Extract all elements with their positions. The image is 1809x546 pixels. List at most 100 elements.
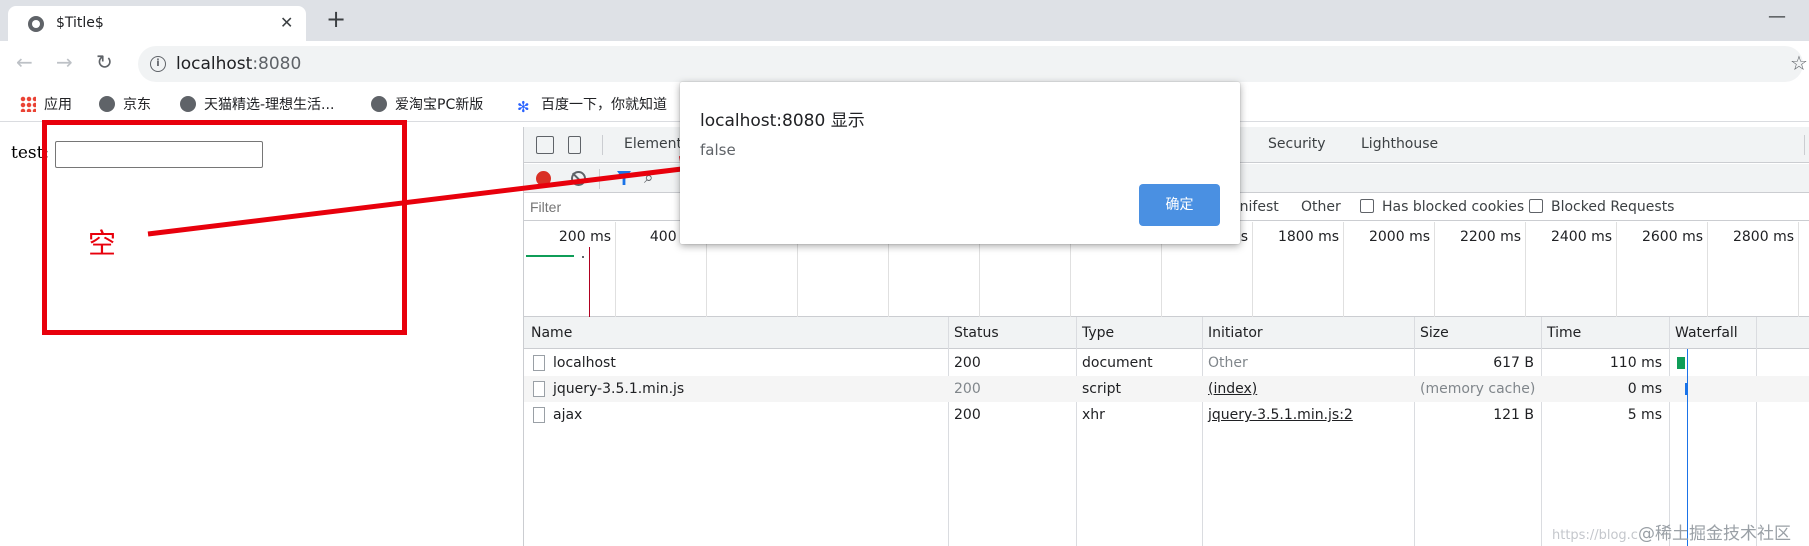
alert-message: false bbox=[700, 141, 736, 159]
network-request-table: Name Status Type Initiator Size Time Wat… bbox=[524, 317, 1809, 546]
filter-icon[interactable] bbox=[617, 171, 631, 185]
bookmark-aitaobao[interactable]: 爱淘宝PC新版 bbox=[371, 94, 483, 114]
globe-icon bbox=[180, 96, 196, 112]
tab-lighthouse[interactable]: Lighthouse bbox=[1361, 136, 1438, 152]
type-filter-other[interactable]: Other bbox=[1301, 199, 1341, 215]
paw-icon: ✻ bbox=[517, 98, 530, 116]
table-header: Name Status Type Initiator Size Time Wat… bbox=[524, 317, 1809, 349]
address-bar[interactable]: i localhost:8080 bbox=[138, 46, 1803, 82]
request-type: script bbox=[1082, 381, 1122, 397]
xhr-file-icon bbox=[533, 407, 545, 423]
request-size: 121 B bbox=[1493, 407, 1534, 423]
tab-security[interactable]: Security bbox=[1268, 136, 1326, 152]
bookmark-star-icon[interactable]: ☆ bbox=[1790, 51, 1808, 75]
overview-gridline bbox=[1707, 222, 1708, 317]
alert-dialog: localhost:8080 显示 false 确定 bbox=[680, 82, 1240, 244]
browser-tab[interactable]: $Title$ ✕ bbox=[8, 6, 306, 41]
request-type: xhr bbox=[1082, 407, 1105, 423]
request-initiator-link[interactable]: (index) bbox=[1208, 381, 1257, 397]
blocked-cookies-checkbox[interactable]: Has blocked cookies bbox=[1360, 199, 1524, 215]
tab-strip: $Title$ ✕ + — bbox=[0, 0, 1809, 41]
overview-gridline bbox=[1525, 222, 1526, 317]
alert-title: localhost:8080 显示 bbox=[700, 111, 865, 131]
divider bbox=[602, 135, 603, 155]
overview-time-label: 1800 ms bbox=[1277, 229, 1339, 245]
document-icon bbox=[533, 355, 545, 371]
browser-window: $Title$ ✕ + — ← → ↻ i localhost:8080 ☆ 应… bbox=[0, 0, 1809, 546]
browser-toolbar: ← → ↻ i localhost:8080 ☆ bbox=[0, 41, 1809, 86]
overview-gridline bbox=[615, 222, 616, 317]
column-header-time[interactable]: Time bbox=[1547, 325, 1581, 341]
request-initiator: Other bbox=[1208, 355, 1248, 371]
bookmark-apps[interactable]: 应用 bbox=[20, 94, 72, 114]
ok-button[interactable]: 确定 bbox=[1139, 184, 1220, 226]
checkbox-box[interactable] bbox=[1529, 199, 1543, 213]
record-button[interactable] bbox=[536, 171, 551, 186]
request-time: 5 ms bbox=[1627, 407, 1662, 423]
info-icon[interactable]: i bbox=[150, 56, 166, 72]
globe-icon bbox=[28, 16, 44, 32]
timeline-marker bbox=[582, 256, 584, 258]
close-icon[interactable]: ✕ bbox=[280, 13, 293, 32]
bookmark-jd[interactable]: 京东 bbox=[99, 94, 151, 114]
overview-gridline bbox=[1798, 222, 1799, 317]
request-type: document bbox=[1082, 355, 1153, 371]
checkbox-box[interactable] bbox=[1360, 199, 1374, 213]
column-header-status[interactable]: Status bbox=[954, 325, 999, 341]
clear-icon[interactable] bbox=[571, 171, 586, 186]
apps-icon bbox=[20, 96, 36, 112]
request-size: 617 B bbox=[1493, 355, 1534, 371]
table-row[interactable]: localhost 200 document Other 617 B 110 m… bbox=[524, 350, 1809, 376]
column-header-size[interactable]: Size bbox=[1420, 325, 1449, 341]
overview-gridline bbox=[1252, 222, 1253, 317]
filter-input[interactable] bbox=[530, 197, 670, 217]
load-event-line bbox=[589, 247, 590, 317]
inspect-element-icon[interactable] bbox=[536, 136, 554, 154]
overview-time-label: 200 ms bbox=[558, 229, 611, 245]
blocked-requests-checkbox[interactable]: Blocked Requests bbox=[1529, 199, 1674, 215]
globe-icon bbox=[371, 96, 387, 112]
device-toolbar-icon[interactable] bbox=[568, 136, 581, 154]
divider bbox=[599, 169, 600, 189]
overview-time-label: 2800 ms bbox=[1732, 229, 1794, 245]
minimize-button[interactable]: — bbox=[1768, 6, 1786, 27]
column-header-type[interactable]: Type bbox=[1082, 325, 1114, 341]
waterfall-bar bbox=[1677, 357, 1685, 369]
request-status: 200 bbox=[954, 355, 981, 371]
watermark: https://blog.c@稀土掘金技术社区 bbox=[1552, 524, 1791, 544]
overview-time-label: 2200 ms bbox=[1459, 229, 1521, 245]
column-header-initiator[interactable]: Initiator bbox=[1208, 325, 1263, 341]
request-time: 0 ms bbox=[1627, 381, 1662, 397]
tab-title: $Title$ bbox=[56, 15, 104, 31]
overview-time-label: 2000 ms bbox=[1368, 229, 1430, 245]
request-status: 200 bbox=[954, 407, 981, 423]
bookmark-tmall[interactable]: 天猫精选-理想生活... bbox=[180, 94, 334, 114]
overview-time-label: 2400 ms bbox=[1550, 229, 1612, 245]
timeline-bar bbox=[526, 255, 574, 257]
table-row[interactable]: ajax 200 xhr jquery-3.5.1.min.js:2 121 B… bbox=[524, 402, 1809, 428]
overview-gridline bbox=[1343, 222, 1344, 317]
bookmark-baidu[interactable]: ✻ 百度一下，你就知道 bbox=[517, 94, 667, 115]
request-time: 110 ms bbox=[1609, 355, 1662, 371]
new-tab-button[interactable]: + bbox=[326, 7, 346, 31]
request-name: jquery-3.5.1.min.js bbox=[553, 381, 685, 397]
script-file-icon bbox=[533, 381, 545, 397]
table-row[interactable]: jquery-3.5.1.min.js 200 script (index) (… bbox=[524, 376, 1809, 402]
request-name: localhost bbox=[553, 355, 616, 371]
request-size: (memory cache) bbox=[1420, 381, 1536, 397]
column-header-waterfall[interactable]: Waterfall bbox=[1675, 325, 1738, 341]
divider bbox=[1804, 135, 1805, 155]
forward-arrow-icon[interactable]: → bbox=[56, 50, 73, 74]
request-status: 200 bbox=[954, 381, 981, 397]
waterfall-line bbox=[1687, 349, 1688, 546]
overview-gridline bbox=[1434, 222, 1435, 317]
globe-icon bbox=[99, 96, 115, 112]
request-initiator-link[interactable]: jquery-3.5.1.min.js:2 bbox=[1208, 407, 1353, 423]
url-text[interactable]: localhost:8080 bbox=[176, 54, 301, 74]
search-icon[interactable]: ⌕ bbox=[644, 168, 654, 188]
overview-time-label: 2600 ms bbox=[1641, 229, 1703, 245]
column-header-name[interactable]: Name bbox=[531, 325, 572, 341]
overview-gridline bbox=[1616, 222, 1617, 317]
reload-icon[interactable]: ↻ bbox=[96, 50, 113, 74]
back-arrow-icon[interactable]: ← bbox=[16, 50, 33, 74]
